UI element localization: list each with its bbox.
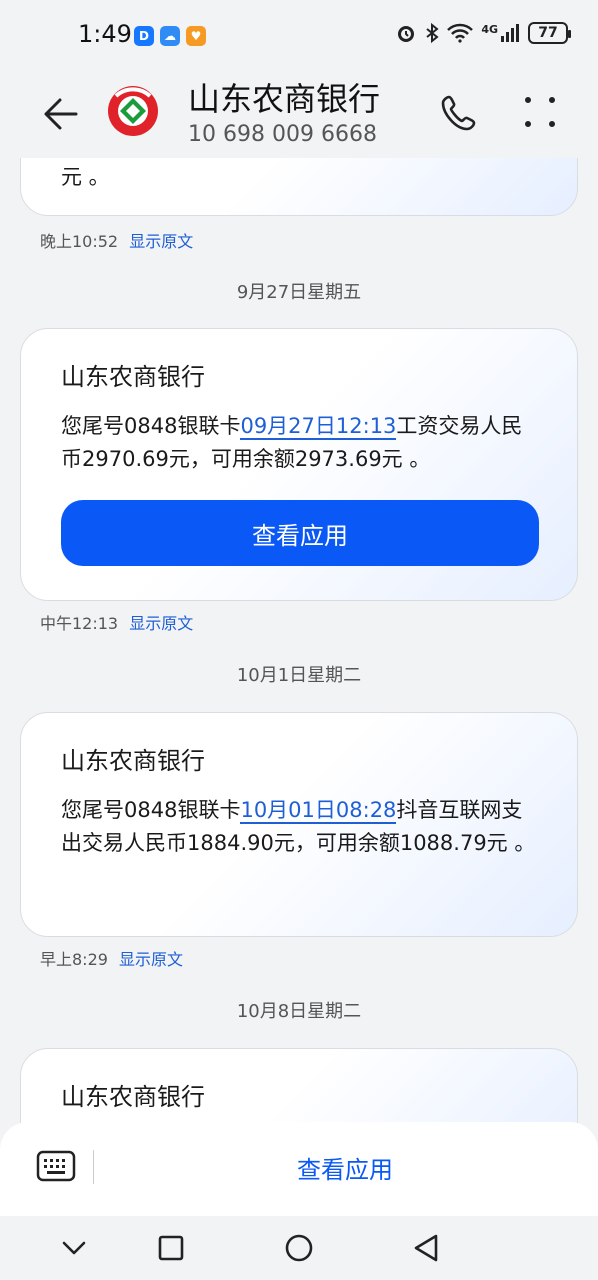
message-time: 中午12:13 [40, 614, 119, 633]
show-original-link[interactable]: 显示原文 [129, 232, 193, 251]
notification-icons: D ☁ ♥ [134, 26, 206, 46]
home-icon[interactable] [281, 1230, 317, 1266]
battery-indicator: 77 [528, 22, 571, 44]
body-text: 您尾号0848银联卡 [61, 414, 241, 438]
datetime-link[interactable]: 09月27日12:13 [240, 414, 397, 440]
back-arrow-icon[interactable] [38, 92, 82, 136]
show-original-link[interactable]: 显示原文 [129, 614, 193, 633]
message-body: 您尾号0848银联卡10月01日08:28抖音互联网支出交易人民币1884.90… [61, 794, 537, 860]
view-app-button[interactable]: 查看应用 [100, 1142, 590, 1192]
cloud-app-icon: ☁ [160, 26, 180, 46]
show-original-link[interactable]: 显示原文 [119, 950, 183, 969]
message-body: 您尾号0848银联卡09月27日12:13工资交易人民币2970.69元，可用余… [61, 410, 537, 476]
network-type: 4G [481, 22, 498, 36]
date-separator: 9月27日星期五 [236, 282, 362, 303]
signal-icon [501, 24, 519, 42]
divider [93, 1150, 94, 1184]
wifi-icon [447, 23, 474, 43]
message-list[interactable]: 元 。 晚上10:52 显示原文 9月27日星期五 山东农商银行 您尾号0848… [0, 118, 598, 1278]
bluetooth-icon [426, 22, 439, 44]
recent-apps-icon[interactable] [153, 1230, 189, 1266]
contact-name: 山东农商银行 [188, 80, 381, 118]
d-app-icon: D [134, 26, 154, 46]
message-time: 早上8:29 [40, 950, 108, 969]
message-meta: 中午12:13 显示原文 [40, 610, 193, 634]
conversation-header: 山东农商银行 10 698 009 6668 [0, 70, 598, 158]
status-bar: 1:49 D ☁ ♥ 4G 77 [0, 0, 598, 70]
status-time: 1:49 [78, 20, 132, 48]
message-time: 晚上10:52 [40, 232, 119, 251]
keyboard-icon[interactable] [36, 1150, 76, 1182]
message-card[interactable]: 山东农商银行 您尾号0848银联卡09月27日12:13工资交易人民币2970.… [20, 328, 578, 601]
date-separator: 10月1日星期二 [236, 665, 362, 686]
message-meta: 晚上10:52 显示原文 [40, 228, 193, 252]
bank-logo-icon [108, 86, 158, 136]
message-card[interactable]: 山东农商银行 您尾号0848银联卡10月01日08:28抖音互联网支出交易人民币… [20, 712, 578, 937]
back-triangle-icon[interactable] [408, 1230, 444, 1266]
bottom-action-bar: 查看应用 [0, 1122, 598, 1216]
message-title: 山东农商银行 [61, 747, 205, 775]
alarm-icon [398, 26, 415, 42]
shop-app-icon: ♥ [186, 26, 206, 46]
message-title: 山东农商银行 [61, 1083, 205, 1111]
message-meta: 早上8:29 显示原文 [40, 946, 183, 970]
body-text: 您尾号0848银联卡 [61, 798, 241, 822]
more-options-icon[interactable] [520, 92, 560, 132]
message-title: 山东农商银行 [61, 363, 205, 391]
message-body: 元 。 [61, 165, 110, 189]
datetime-link[interactable]: 10月01日08:28 [240, 798, 397, 824]
phone-call-icon[interactable] [440, 92, 480, 132]
view-app-button[interactable]: 查看应用 [61, 500, 539, 566]
contact-phone-number: 10 698 009 6668 [188, 122, 377, 147]
system-nav-bar [0, 1216, 598, 1280]
chevron-down-icon[interactable] [56, 1230, 92, 1266]
status-indicators: 4G 77 [395, 22, 571, 44]
date-separator: 10月8日星期二 [236, 1001, 362, 1022]
